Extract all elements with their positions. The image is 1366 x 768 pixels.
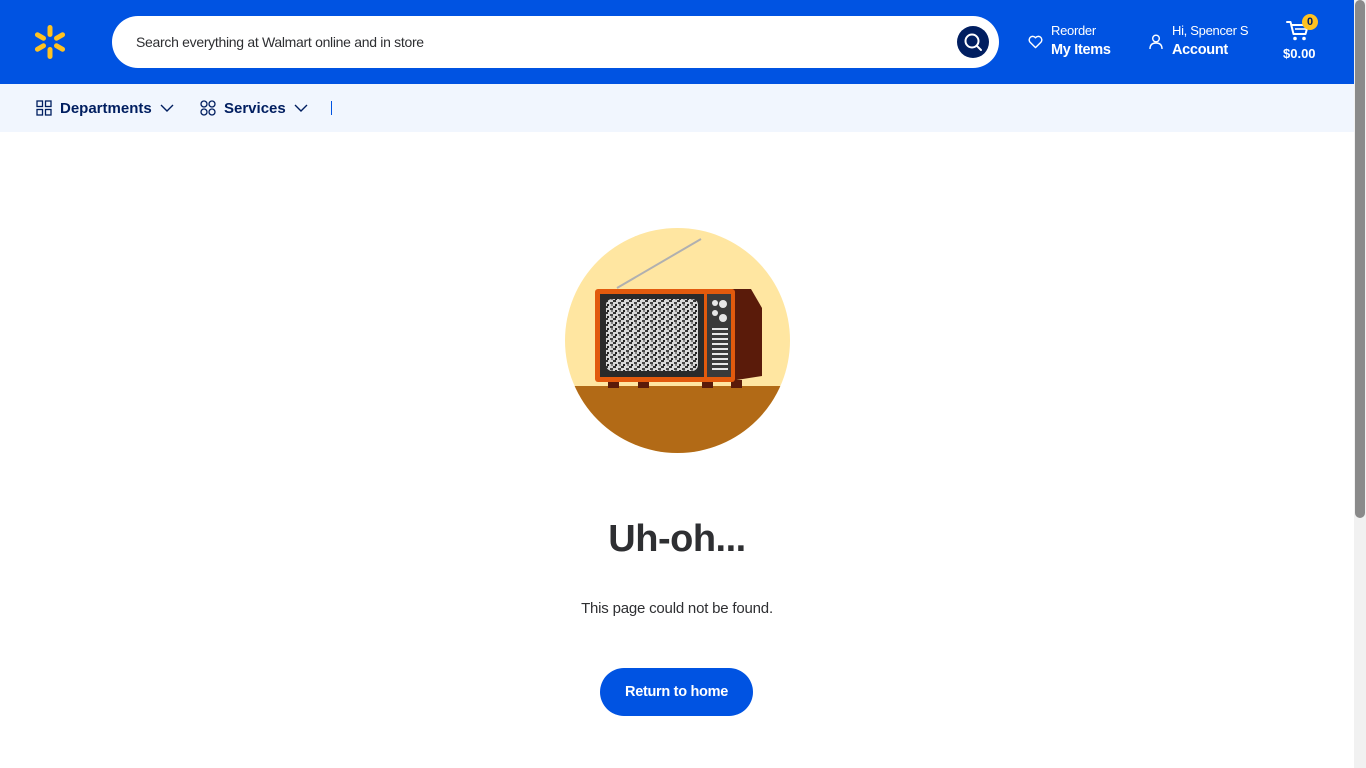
my-items-label: My Items — [1051, 42, 1111, 58]
return-to-home-button[interactable]: Return to home — [600, 668, 753, 716]
cart-count-badge: 0 — [1302, 14, 1318, 30]
greeting-label: Hi, Spencer S — [1172, 23, 1249, 38]
retro-tv-static-illustration — [565, 228, 790, 453]
departments-menu[interactable]: Departments — [36, 84, 174, 132]
services-label: Services — [224, 99, 286, 117]
services-menu[interactable]: Services — [200, 84, 308, 132]
account-label: Account — [1172, 42, 1228, 58]
nav-separator — [331, 101, 332, 115]
cart-button[interactable]: 0 $0.00 — [1280, 14, 1324, 68]
chevron-down-icon — [294, 104, 308, 112]
error-title: Uh-oh... — [608, 518, 746, 560]
heart-icon — [1028, 35, 1043, 49]
services-grid-icon — [200, 100, 216, 116]
search-input[interactable] — [136, 16, 936, 68]
cart-total: $0.00 — [1283, 46, 1316, 61]
reorder-label: Reorder — [1051, 23, 1096, 38]
search-bar — [112, 16, 999, 68]
global-header: Reorder My Items Hi, Spencer S Account 0… — [0, 0, 1354, 84]
walmart-spark-logo-icon[interactable] — [32, 24, 68, 60]
search-icon — [964, 33, 982, 51]
error-message: This page could not be found. — [581, 600, 773, 617]
secondary-nav: Departments Services — [0, 84, 1354, 132]
user-icon — [1149, 34, 1163, 50]
grid-icon — [36, 100, 52, 116]
search-button[interactable] — [957, 26, 989, 58]
scrollbar-thumb[interactable] — [1355, 0, 1365, 518]
chevron-down-icon — [160, 104, 174, 112]
departments-label: Departments — [60, 99, 152, 117]
